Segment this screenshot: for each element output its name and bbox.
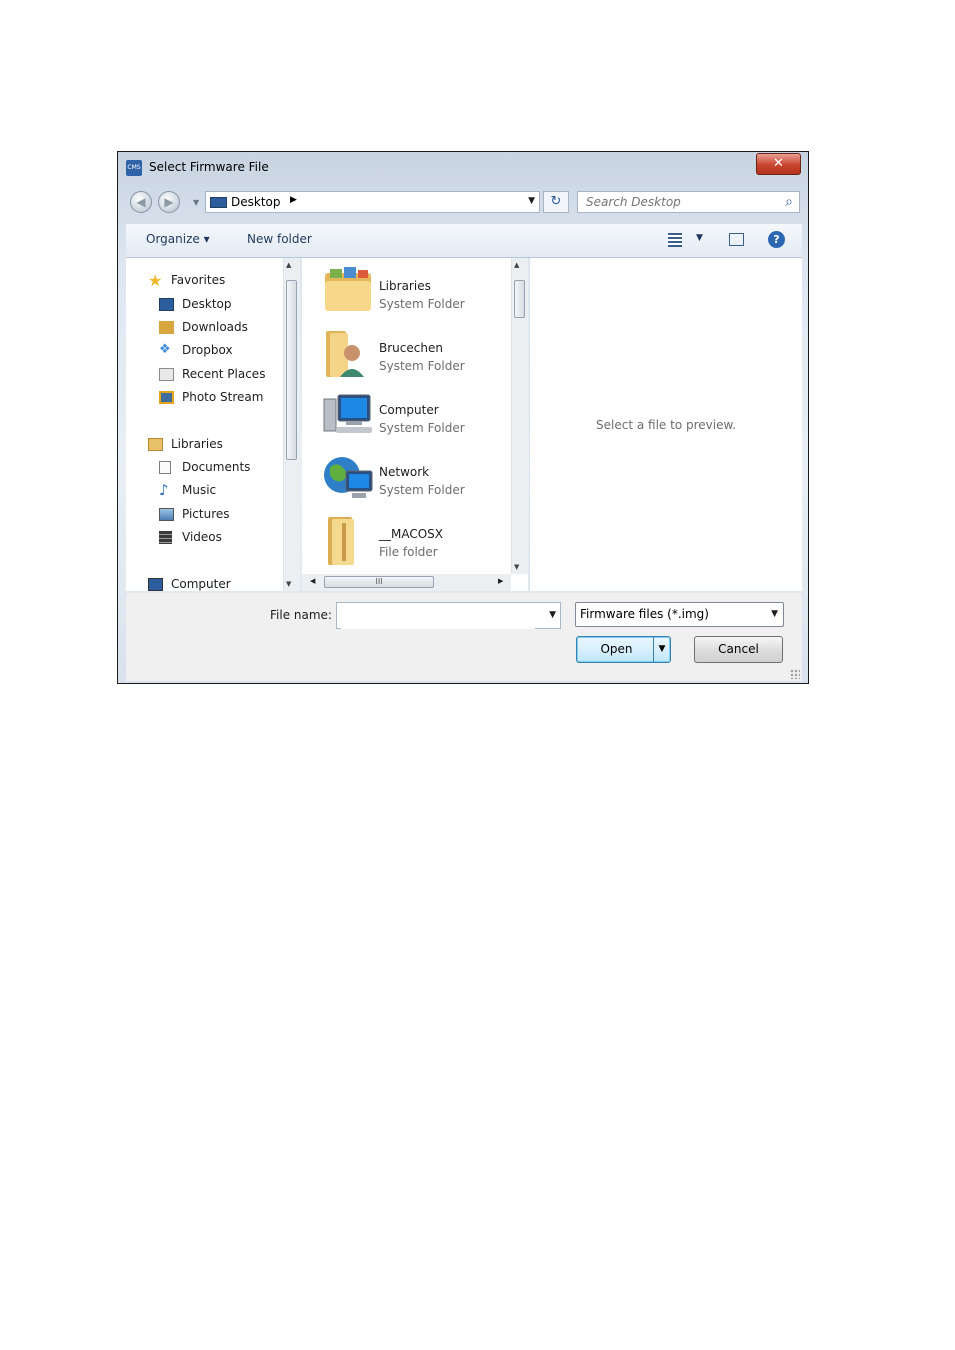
desktop-icon xyxy=(159,298,174,311)
file-item-macosx[interactable]: __MACOSX File folder xyxy=(322,513,512,571)
search-box[interactable]: ⌕ xyxy=(577,191,800,213)
scroll-down-arrow-icon[interactable]: ▼ xyxy=(286,580,291,588)
app-icon: CMS xyxy=(126,160,142,176)
user-folder-icon xyxy=(326,331,364,377)
star-icon: ★ xyxy=(148,271,163,290)
back-button[interactable]: ◀ xyxy=(130,191,152,213)
forward-button[interactable]: ▶ xyxy=(158,191,180,213)
file-name: Network xyxy=(379,465,430,479)
nav-item-label: Downloads xyxy=(182,320,248,334)
navigation-pane: ★ Favorites Desktop Downloads ❖ Dropbox … xyxy=(126,258,300,591)
preview-pane-icon[interactable] xyxy=(729,233,744,246)
nav-item-label: Computer xyxy=(171,577,231,591)
libraries-icon xyxy=(148,438,163,451)
file-name: __MACOSX xyxy=(379,527,444,541)
title-bar: CMS Select Firmware File ✕ xyxy=(118,152,808,182)
file-name: Brucechen xyxy=(379,341,443,355)
open-button[interactable]: Open ▼ xyxy=(576,636,671,663)
nav-pane-scrollbar[interactable]: ▲ ▼ xyxy=(283,258,300,591)
preview-message: Select a file to preview. xyxy=(596,418,736,432)
recent-pages-chevron-icon[interactable]: ▼ xyxy=(193,198,199,207)
nav-item-label: Videos xyxy=(182,530,222,544)
command-bar: Organize ▾ New folder ▼ ? xyxy=(126,223,802,258)
file-name-label: File name: xyxy=(270,608,332,622)
open-button-label: Open xyxy=(600,642,633,656)
open-options-chevron-icon[interactable]: ▼ xyxy=(653,637,670,662)
downloads-icon xyxy=(159,321,174,334)
scrollbar-thumb[interactable]: III xyxy=(324,576,434,588)
close-button[interactable]: ✕ xyxy=(756,153,801,175)
file-item-network[interactable]: Network System Folder xyxy=(322,451,512,509)
file-type: File folder xyxy=(379,545,438,559)
scroll-up-arrow-icon[interactable]: ▲ xyxy=(514,261,519,269)
file-name: Computer xyxy=(379,403,439,417)
file-type: System Folder xyxy=(379,421,465,435)
file-type: System Folder xyxy=(379,359,465,373)
dialog-footer: File name: ▼ Firmware files (*.img) ▼ Op… xyxy=(126,593,802,681)
nav-item-label: Music xyxy=(182,483,217,497)
desktop-icon xyxy=(210,197,227,208)
cancel-button[interactable]: Cancel xyxy=(694,636,783,663)
address-bar[interactable]: Desktop ▶ ▼ xyxy=(205,191,540,213)
file-name-field[interactable]: ▼ xyxy=(336,602,561,629)
help-icon[interactable]: ? xyxy=(768,231,785,248)
file-type-filter-value: Firmware files (*.img) xyxy=(580,607,709,621)
libraries-folder-icon xyxy=(325,267,371,311)
music-icon: ♪ xyxy=(159,481,169,499)
search-icon[interactable]: ⌕ xyxy=(785,194,793,210)
file-list-pane: Libraries System Folder Brucechen System… xyxy=(302,258,528,591)
chevron-down-icon: ▼ xyxy=(771,609,778,619)
address-location[interactable]: Desktop xyxy=(231,195,281,209)
new-folder-button[interactable]: New folder xyxy=(247,232,312,246)
breadcrumb-separator-icon[interactable]: ▶ xyxy=(290,195,297,205)
resize-grip-icon[interactable] xyxy=(790,669,800,679)
file-name: Libraries xyxy=(379,279,431,293)
computer-icon xyxy=(323,394,372,433)
view-options-chevron-icon[interactable]: ▼ xyxy=(696,233,703,243)
computer-icon xyxy=(148,578,163,591)
folder-icon xyxy=(328,517,354,565)
file-item-libraries[interactable]: Libraries System Folder xyxy=(322,265,512,323)
pictures-icon xyxy=(159,508,174,521)
file-type: System Folder xyxy=(379,483,465,497)
videos-icon xyxy=(159,531,172,544)
window-title: Select Firmware File xyxy=(149,160,269,174)
scroll-down-arrow-icon[interactable]: ▼ xyxy=(514,563,519,571)
photo-stream-icon xyxy=(159,391,174,404)
scroll-up-arrow-icon[interactable]: ▲ xyxy=(286,261,291,269)
nav-item-label: Pictures xyxy=(182,507,230,521)
file-type-filter[interactable]: Firmware files (*.img) ▼ xyxy=(575,602,784,627)
documents-icon xyxy=(159,461,171,474)
nav-item-label: Favorites xyxy=(171,273,226,287)
organize-menu[interactable]: Organize ▾ xyxy=(146,232,210,246)
search-input[interactable] xyxy=(584,194,768,210)
file-list-horizontal-scrollbar[interactable]: ◀ III ▶ xyxy=(302,574,511,591)
scrollbar-thumb[interactable] xyxy=(286,280,297,460)
scroll-right-arrow-icon[interactable]: ▶ xyxy=(498,577,503,585)
address-dropdown-icon[interactable]: ▼ xyxy=(528,196,535,206)
nav-item-label: Photo Stream xyxy=(182,390,264,404)
nav-item-label: Desktop xyxy=(182,297,232,311)
navigation-bar: ◀ ▶ ▼ Desktop ▶ ▼ ↻ ⌕ xyxy=(118,188,808,216)
nav-item-label: Libraries xyxy=(171,437,223,451)
nav-item-label: Documents xyxy=(182,460,251,474)
file-name-dropdown-icon[interactable]: ▼ xyxy=(549,610,556,620)
recent-places-icon xyxy=(159,368,174,381)
network-icon xyxy=(324,457,373,498)
nav-item-label: Recent Places xyxy=(182,367,266,381)
file-item-computer[interactable]: Computer System Folder xyxy=(322,389,512,447)
scrollbar-thumb[interactable] xyxy=(514,280,525,318)
scroll-left-arrow-icon[interactable]: ◀ xyxy=(310,577,315,585)
change-view-icon[interactable] xyxy=(668,233,682,247)
preview-pane: Select a file to preview. xyxy=(529,258,802,591)
file-name-input[interactable] xyxy=(341,605,535,629)
file-type: System Folder xyxy=(379,297,465,311)
file-item-brucechen[interactable]: Brucechen System Folder xyxy=(322,327,512,385)
refresh-button[interactable]: ↻ xyxy=(543,191,569,213)
dropbox-icon: ❖ xyxy=(159,342,171,357)
file-list-vertical-scrollbar[interactable]: ▲ ▼ xyxy=(511,258,528,574)
nav-item-label: Dropbox xyxy=(182,343,233,357)
select-firmware-dialog: CMS Select Firmware File ✕ ◀ ▶ ▼ Desktop… xyxy=(117,151,809,684)
